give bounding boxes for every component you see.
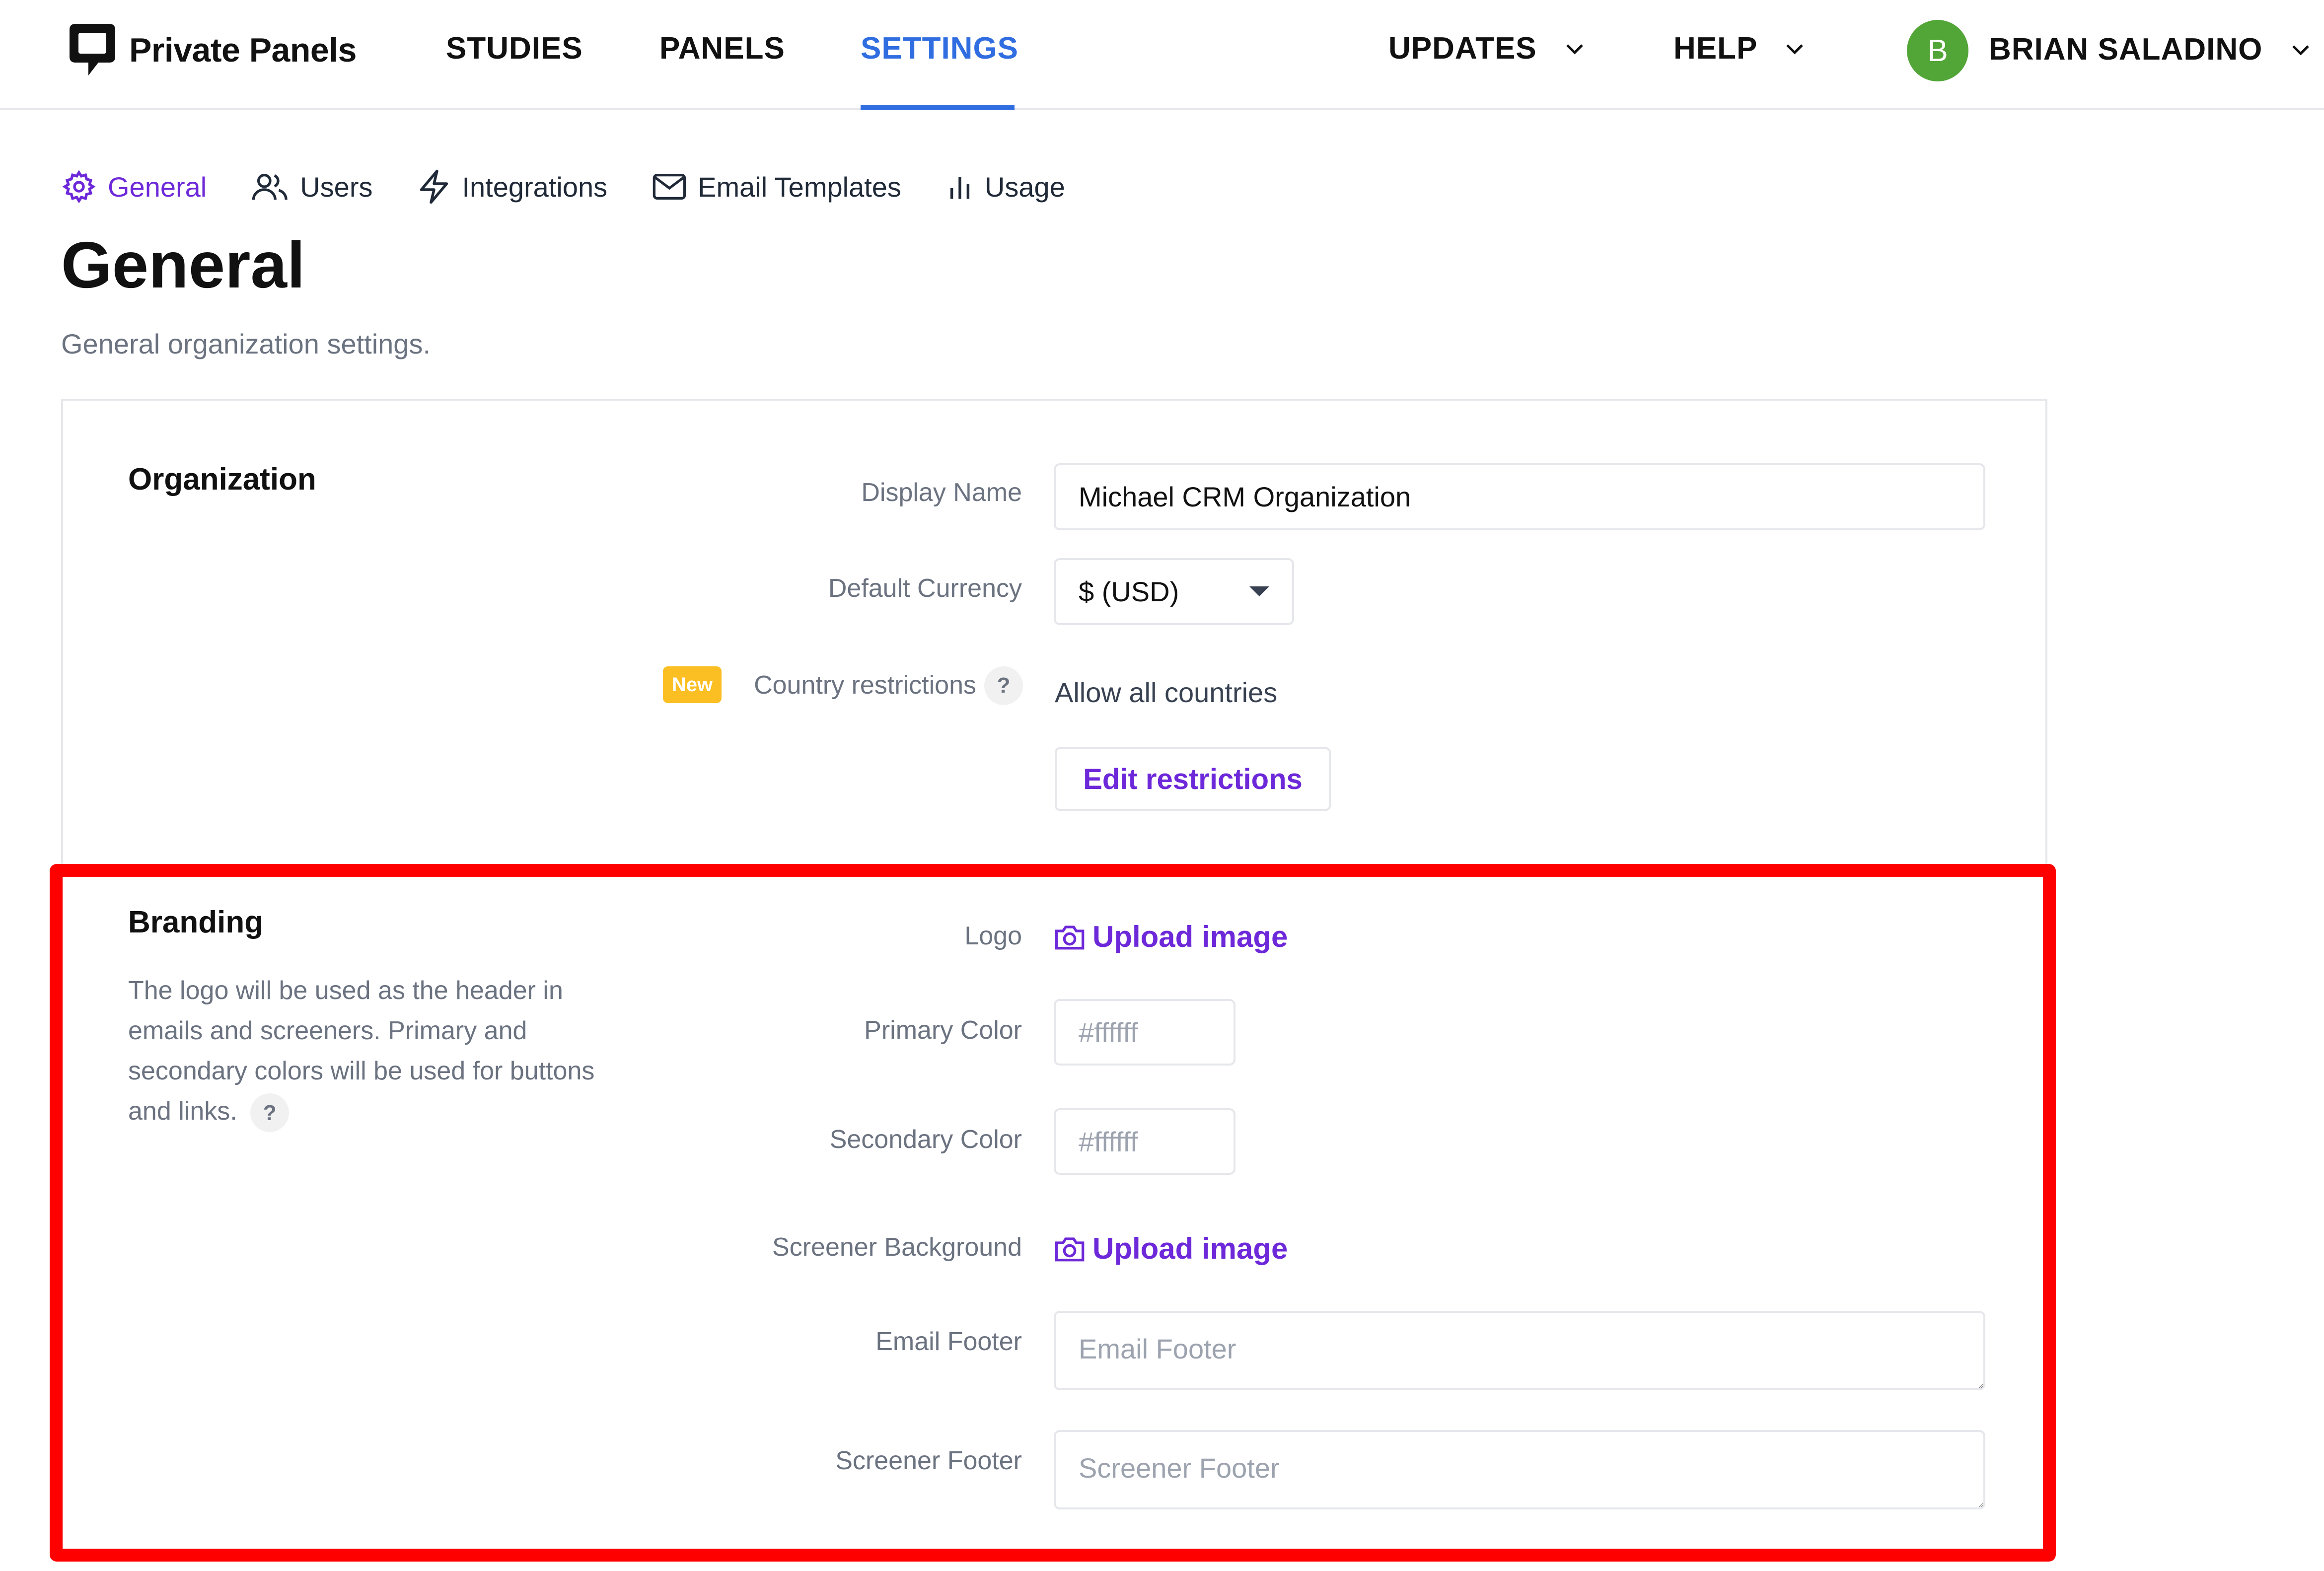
upload-screener-background-button[interactable]: Upload image (1054, 1231, 1288, 1266)
gear-icon (62, 170, 96, 204)
currency-selected-value: $ (USD) (1079, 576, 1179, 607)
nav-help-label: HELP (1673, 31, 1757, 66)
branding-help-icon[interactable]: ? (250, 1093, 290, 1133)
default-currency-label: Default Currency (828, 574, 1022, 603)
tab-general-label: General (108, 171, 207, 203)
lightning-icon (420, 169, 448, 204)
nav-updates[interactable]: UPDATES (1388, 31, 1584, 66)
chevron-down-icon (1786, 44, 1804, 55)
display-name-label: Display Name (861, 478, 1022, 507)
nav-help[interactable]: HELP (1673, 31, 1804, 66)
camera-icon (1055, 1237, 1085, 1261)
tab-usage-label: Usage (984, 171, 1065, 203)
secondary-color-label: Secondary Color (829, 1125, 1022, 1154)
upload-logo-label: Upload image (1092, 920, 1288, 953)
camera-icon (1055, 925, 1085, 949)
brand-logo[interactable]: Private Panels (70, 24, 357, 76)
bar-chart-icon (950, 177, 970, 199)
edit-restrictions-button[interactable]: Edit restrictions (1055, 747, 1331, 811)
country-help-icon[interactable]: ? (984, 666, 1023, 705)
primary-color-label: Primary Color (864, 1016, 1022, 1045)
screener-footer-label: Screener Footer (835, 1446, 1022, 1475)
user-menu[interactable]: BRIAN SALADINO (1989, 32, 2310, 67)
display-name-input[interactable] (1054, 463, 1985, 530)
brand-name: Private Panels (129, 31, 357, 69)
country-restrictions-value: Allow all countries (1055, 677, 1278, 708)
tab-general[interactable]: General (61, 169, 207, 205)
nav-panels[interactable]: PANELS (659, 31, 785, 66)
chat-bubble-logo-icon (70, 24, 115, 75)
new-badge: New (663, 666, 722, 703)
country-restrictions-label: Country restrictions (754, 671, 976, 700)
email-footer-textarea[interactable] (1054, 1311, 1985, 1390)
page-title: General (61, 228, 305, 301)
tab-integrations-label: Integrations (462, 171, 608, 203)
email-footer-label: Email Footer (875, 1327, 1022, 1356)
logo-label: Logo (964, 922, 1022, 950)
tab-users-label: Users (300, 171, 373, 203)
secondary-color-input[interactable] (1054, 1108, 1235, 1175)
screener-background-label: Screener Background (772, 1233, 1022, 1262)
page-subtitle: General organization settings. (61, 328, 431, 359)
envelope-icon (653, 174, 686, 200)
branding-title: Branding (128, 905, 264, 939)
tab-users[interactable]: Users (251, 169, 372, 205)
tab-integrations[interactable]: Integrations (417, 169, 607, 205)
user-name: BRIAN SALADINO (1989, 32, 2263, 67)
upload-screener-background-label: Upload image (1092, 1232, 1288, 1265)
chevron-down-icon (1566, 44, 1583, 55)
nav-updates-label: UPDATES (1388, 31, 1537, 66)
top-navigation: Private Panels STUDIES PANELS SETTINGS U… (0, 0, 2324, 110)
branding-description-text: The logo will be used as the header in e… (128, 976, 595, 1126)
organization-title: Organization (128, 462, 316, 497)
tab-email-templates[interactable]: Email Templates (652, 171, 901, 203)
nav-active-indicator (861, 105, 1015, 110)
nav-studies[interactable]: STUDIES (446, 31, 583, 66)
screener-footer-textarea[interactable] (1054, 1430, 1985, 1509)
users-icon (252, 173, 288, 200)
caret-down-icon (1249, 586, 1269, 596)
upload-logo-button[interactable]: Upload image (1054, 920, 1288, 954)
settings-tabs: General Users Integrations Email Templat… (61, 169, 1110, 205)
chevron-down-icon (2292, 45, 2309, 56)
currency-select[interactable]: $ (USD) (1054, 558, 1294, 625)
tab-usage[interactable]: Usage (946, 171, 1065, 203)
nav-settings[interactable]: SETTINGS (861, 31, 1018, 66)
branding-description: The logo will be used as the header in e… (128, 971, 625, 1133)
tab-email-templates-label: Email Templates (698, 171, 901, 203)
user-avatar[interactable]: B (1907, 20, 1968, 81)
primary-color-input[interactable] (1054, 999, 1235, 1066)
